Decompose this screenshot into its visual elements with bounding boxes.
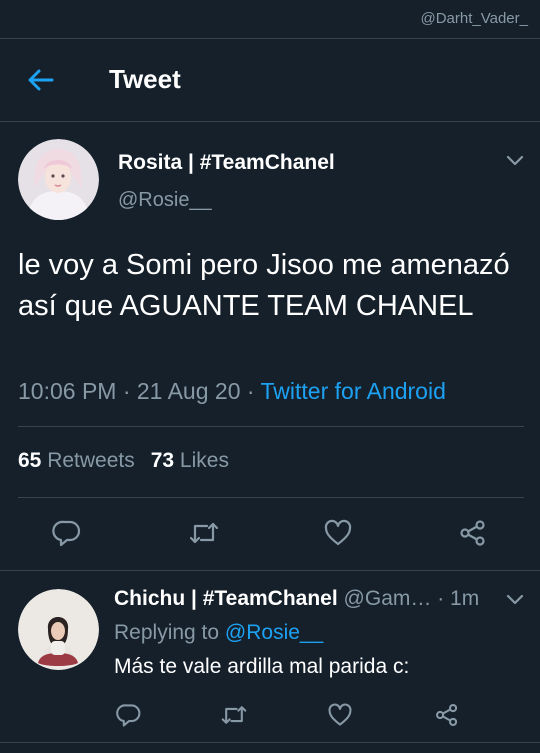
- avatar[interactable]: [18, 139, 99, 220]
- reply-like-button[interactable]: [327, 702, 353, 733]
- divider: [0, 742, 540, 743]
- likes-label: Likes: [174, 449, 229, 472]
- likes-count: 73: [150, 449, 175, 472]
- chevron-down-icon: [506, 594, 524, 605]
- reply-share-button[interactable]: [434, 702, 460, 733]
- heart-icon: [324, 519, 352, 546]
- likes-stat[interactable]: 73 Likes: [151, 449, 229, 472]
- reply-retweet-button[interactable]: [220, 702, 248, 733]
- reply-timestamp: · 1m: [431, 587, 480, 610]
- share-button[interactable]: [458, 518, 488, 553]
- reply-menu-button[interactable]: [505, 592, 525, 608]
- reply-avatar[interactable]: [18, 589, 99, 670]
- page-title: Tweet: [109, 64, 181, 94]
- reply-button[interactable]: [52, 518, 82, 553]
- retweet-icon: [221, 706, 247, 724]
- retweets-label: Retweets: [41, 449, 135, 472]
- tweet-text: le voy a Somi pero Jisoo me amenazó así …: [18, 249, 510, 322]
- tweet-author-handle[interactable]: @Rosie__: [118, 189, 212, 212]
- reply-author-handle[interactable]: @Gam…: [338, 587, 432, 610]
- watermark: @Darht_Vader_: [420, 10, 528, 27]
- back-button[interactable]: [26, 65, 56, 95]
- retweet-icon: [189, 522, 219, 544]
- like-button[interactable]: [323, 518, 353, 553]
- share-icon: [435, 703, 458, 727]
- tweet-stats: 65 Retweets 73 Likes: [18, 449, 229, 473]
- replying-label: Replying to: [114, 621, 225, 644]
- divider: [18, 497, 524, 498]
- heart-icon: [328, 703, 352, 726]
- chevron-down-icon: [506, 155, 524, 166]
- avatar-image: [18, 139, 99, 220]
- reply-text: Más te vale ardilla mal parida c:: [114, 655, 410, 678]
- app-header: Tweet: [0, 38, 540, 122]
- retweet-button[interactable]: [188, 518, 220, 553]
- arrow-left-icon: [28, 69, 54, 91]
- replying-to-link[interactable]: @Rosie__: [225, 621, 323, 644]
- divider: [0, 570, 540, 571]
- retweets-stat[interactable]: 65 Retweets: [18, 449, 135, 472]
- tweet-author-name[interactable]: Rosita | #TeamChanel: [118, 151, 335, 175]
- share-icon: [460, 520, 485, 546]
- tweet-menu-button[interactable]: [505, 153, 525, 169]
- reply-author-name[interactable]: Chichu | #TeamChanel: [114, 587, 338, 610]
- divider: [18, 426, 524, 427]
- tweet-timestamp: 10:06 PM · 21 Aug 20 ·: [18, 378, 261, 404]
- replying-to: Replying to @Rosie__: [114, 621, 323, 645]
- tweet-meta: 10:06 PM · 21 Aug 20 · Twitter for Andro…: [18, 378, 446, 405]
- tweet-source-link[interactable]: Twitter for Android: [261, 378, 446, 404]
- reply-icon: [116, 704, 141, 727]
- retweets-count: 65: [18, 449, 42, 472]
- reply-icon: [52, 520, 81, 547]
- reply-header: Chichu | #TeamChanel @Gam… · 1m: [114, 587, 534, 611]
- avatar-image: [18, 589, 99, 670]
- reply-reply-button[interactable]: [116, 702, 142, 733]
